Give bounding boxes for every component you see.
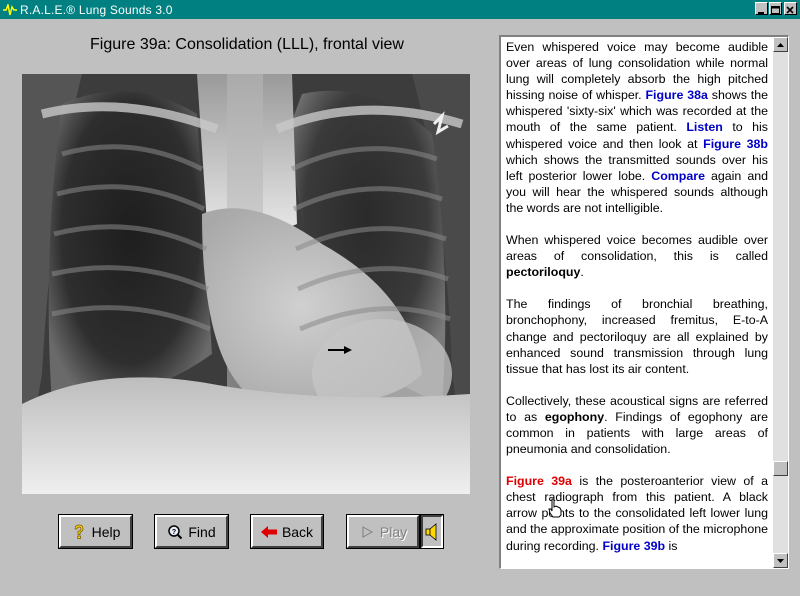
hand-cursor-icon	[548, 498, 562, 518]
paragraph-findings: The findings of bronchial breathing, bro…	[506, 297, 768, 376]
text-span: When whispered voice becomes audible ove…	[506, 233, 768, 264]
text-span: is	[665, 538, 678, 553]
chest-xray-image	[22, 74, 470, 494]
speaker-icon	[425, 522, 437, 541]
link-figure-39b[interactable]: Figure 39b	[602, 539, 665, 553]
help-label: Help	[91, 523, 121, 540]
window-title: R.A.L.E.® Lung Sounds 3.0	[20, 2, 173, 17]
vertical-scrollbar[interactable]	[773, 37, 788, 568]
find-button[interactable]: ? Find	[154, 514, 229, 549]
find-label: Find	[188, 523, 216, 540]
description-text: Even whispered voice may become audible …	[501, 37, 772, 568]
link-compare[interactable]: Compare	[651, 169, 705, 183]
minimize-icon	[758, 12, 764, 14]
paragraph-figure-39a: Figure 39a is the posteroanterior view o…	[506, 473, 768, 553]
play-icon	[359, 524, 375, 540]
term-pectoriloquy: pectoriloquy	[506, 265, 581, 280]
link-figure-38b[interactable]: Figure 38b	[703, 137, 768, 151]
close-icon	[786, 6, 794, 14]
question-icon	[71, 524, 87, 540]
paragraph-whispered-voice: Even whispered voice may become audible …	[506, 39, 768, 216]
play-label: Play	[379, 523, 408, 540]
close-button[interactable]	[784, 2, 797, 15]
text-span: .	[580, 265, 584, 280]
app-icon[interactable]	[2, 2, 18, 18]
scroll-down-button[interactable]	[773, 553, 788, 568]
chevron-up-icon	[777, 42, 784, 47]
maximize-icon	[771, 6, 780, 14]
speaker-button[interactable]	[420, 514, 444, 549]
help-button[interactable]: Help	[58, 514, 133, 549]
back-label: Back	[281, 523, 314, 540]
link-figure-38a[interactable]: Figure 38a	[645, 88, 707, 102]
search-icon: ?	[167, 524, 183, 540]
svg-text:?: ?	[172, 529, 176, 536]
chevron-down-icon	[777, 558, 784, 563]
minimize-button[interactable]	[755, 2, 768, 15]
scroll-thumb[interactable]	[773, 461, 788, 476]
link-listen[interactable]: Listen	[686, 120, 723, 134]
paragraph-pectoriloquy: When whispered voice becomes audible ove…	[506, 232, 768, 280]
description-panel[interactable]: Even whispered voice may become audible …	[499, 35, 789, 569]
title-bar: R.A.L.E.® Lung Sounds 3.0	[0, 0, 800, 19]
arrow-left-icon	[260, 524, 277, 540]
link-figure-39a[interactable]: Figure 39a	[506, 474, 572, 488]
paragraph-egophony: Collectively, these acoustical signs are…	[506, 393, 768, 457]
maximize-button[interactable]	[769, 2, 782, 15]
back-button[interactable]: Back	[250, 514, 324, 549]
play-button[interactable]: Play	[346, 514, 420, 549]
term-egophony: egophony	[544, 409, 605, 424]
figure-title: Figure 39a: Consolidation (LLL), frontal…	[90, 36, 404, 53]
scroll-up-button[interactable]	[773, 37, 788, 52]
window-controls	[754, 2, 797, 15]
